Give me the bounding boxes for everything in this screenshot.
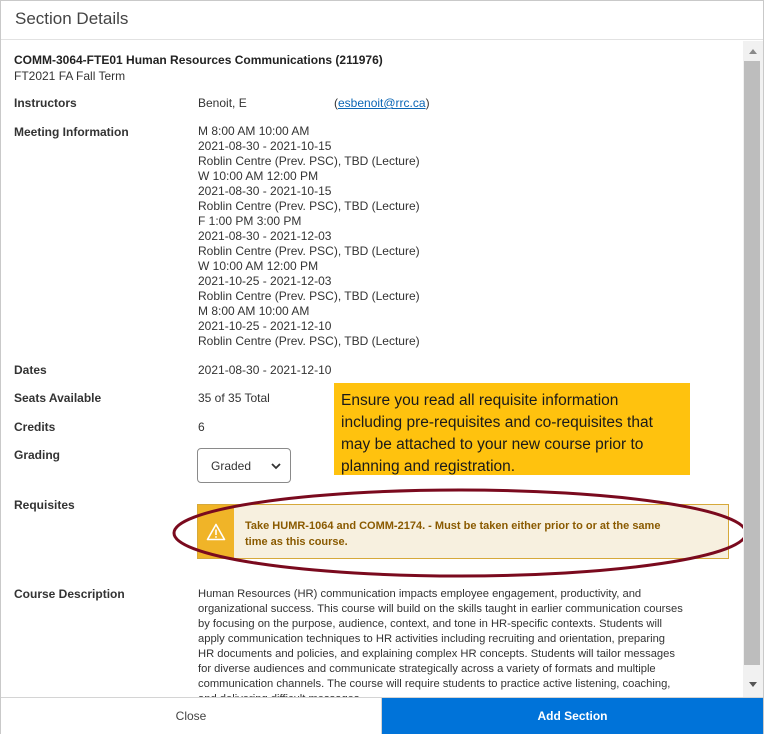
description-line: Human Resources (HR) communication impac… <box>198 588 642 600</box>
meeting-info-label: Meeting Information <box>14 125 129 139</box>
callout-line: may be attached to your new course prior… <box>341 436 644 453</box>
course-heading: COMM-3064-FTE01 Human Resources Communic… <box>14 53 383 67</box>
dialog-footer: Close Add Section <box>1 697 763 734</box>
requisites-label: Requisites <box>14 498 75 512</box>
description-line: for diverse audiences and communicate st… <box>198 663 656 675</box>
meeting-info-line: Roblin Centre (Prev. PSC), TBD (Lecture) <box>198 244 420 258</box>
course-description-label: Course Description <box>14 587 125 601</box>
description-line: by focusing on the purpose, audience, co… <box>198 618 662 630</box>
scroll-down-arrow-icon[interactable] <box>743 677 763 693</box>
instructors-label: Instructors <box>14 96 77 110</box>
meeting-info-line: M 8:00 AM 10:00 AM <box>198 304 310 318</box>
meeting-info-line: M 8:00 AM 10:00 AM <box>198 124 310 138</box>
meeting-info-list: M 8:00 AM 10:00 AM 2021-08-30 - 2021-10-1… <box>198 124 420 349</box>
warning-strip <box>198 505 234 558</box>
callout-line: including pre-requisites and co-requisit… <box>341 414 653 431</box>
meeting-info-line: 2021-08-30 - 2021-12-03 <box>198 229 332 243</box>
dialog-content: COMM-3064-FTE01 Human Resources Communic… <box>1 41 743 697</box>
requisite-warning-box: Take HUMR-1064 and COMM-2174. - Must be … <box>197 504 729 559</box>
grading-select[interactable]: Graded <box>197 448 291 483</box>
grading-selected-value: Graded <box>211 458 252 473</box>
credits-label: Credits <box>14 420 56 434</box>
dates-label: Dates <box>14 363 47 377</box>
meeting-info-line: W 10:00 AM 12:00 PM <box>198 259 319 273</box>
seats-value: 35 of 35 Total <box>198 391 270 405</box>
description-line: communication channels. The course will … <box>198 678 671 690</box>
meeting-info-line: Roblin Centre (Prev. PSC), TBD (Lecture) <box>198 199 420 213</box>
requisite-text: Take HUMR-1064 and COMM-2174. - Must be … <box>245 518 660 550</box>
description-line: HR documents and policies, and explainin… <box>198 648 675 660</box>
email-paren-close: ) <box>425 96 430 110</box>
meeting-info-line: 2021-08-30 - 2021-10-15 <box>198 139 332 153</box>
scroll-thumb[interactable] <box>744 61 760 665</box>
meeting-info-line: W 10:00 AM 12:00 PM <box>198 169 319 183</box>
add-section-button[interactable]: Add Section <box>382 698 763 734</box>
credits-value: 6 <box>198 420 205 434</box>
dialog-title: Section Details <box>15 9 129 28</box>
callout-line: Ensure you read all requisite informatio… <box>341 392 619 409</box>
grading-label: Grading <box>14 448 61 462</box>
requisite-callout-note: Ensure you read all requisite informatio… <box>334 383 690 475</box>
close-button[interactable]: Close <box>1 698 382 734</box>
scroll-up-arrow-icon[interactable] <box>743 43 763 59</box>
instructor-email-link[interactable]: esbenoit@rrc.ca <box>338 96 426 110</box>
content-scrollbar[interactable] <box>743 41 763 697</box>
dates-value: 2021-08-30 - 2021-12-10 <box>198 363 332 377</box>
meeting-info-line: 2021-10-25 - 2021-12-03 <box>198 274 332 288</box>
meeting-info-line: 2021-10-25 - 2021-12-10 <box>198 319 332 333</box>
instructor-name: Benoit, E <box>198 96 247 110</box>
requisite-line: Take HUMR-1064 and COMM-2174. - Must be … <box>245 520 661 532</box>
meeting-info-line: F 1:00 PM 3:00 PM <box>198 214 302 228</box>
requisite-line: time as this course. <box>245 536 348 548</box>
seats-label: Seats Available <box>14 391 102 405</box>
section-details-dialog: Section Details COMM-3064-FTE01 Human Re… <box>0 0 764 734</box>
meeting-info-line: Roblin Centre (Prev. PSC), TBD (Lecture) <box>198 334 420 348</box>
meeting-info-line: Roblin Centre (Prev. PSC), TBD (Lecture) <box>198 154 420 168</box>
course-description-text: Human Resources (HR) communication impac… <box>198 587 732 697</box>
description-line: apply communication techniques to HR act… <box>198 633 666 645</box>
meeting-info-line: 2021-08-30 - 2021-10-15 <box>198 184 332 198</box>
chevron-down-icon <box>271 463 281 470</box>
meeting-info-line: Roblin Centre (Prev. PSC), TBD (Lecture) <box>198 289 420 303</box>
title-divider <box>1 39 763 40</box>
description-line: organizational success. This course will… <box>198 603 683 615</box>
course-term: FT2021 FA Fall Term <box>14 69 126 83</box>
instructor-email-wrap: (esbenoit@rrc.ca) <box>334 96 430 110</box>
callout-line: planning and registration. <box>341 458 516 475</box>
warning-triangle-icon <box>206 523 226 540</box>
